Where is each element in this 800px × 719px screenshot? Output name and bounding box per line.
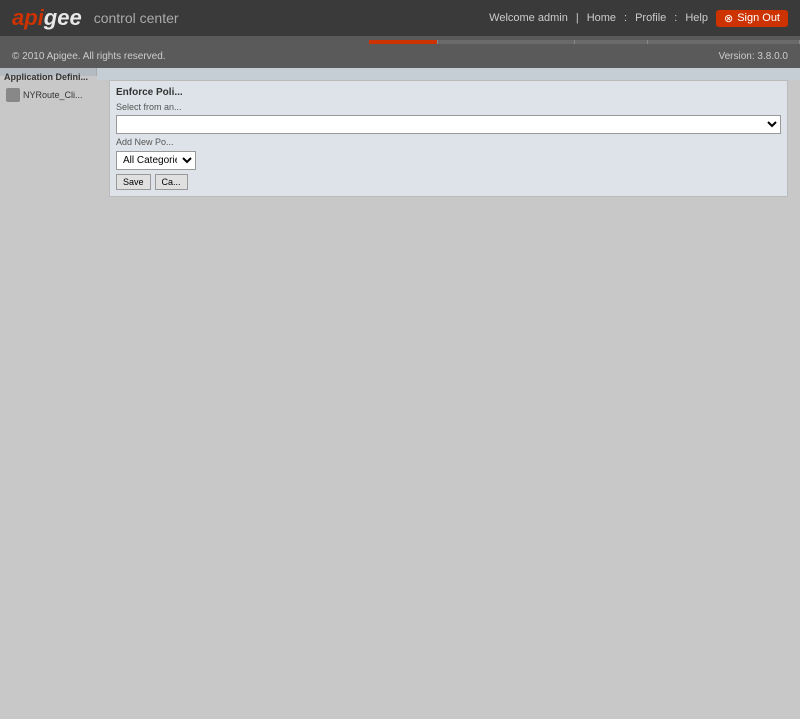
left-panel-item[interactable]: NYRoute_Cli...	[4, 86, 92, 104]
logo: apigee	[12, 5, 82, 31]
sign-out-button[interactable]: ⊗ Sign Out	[716, 10, 788, 27]
route-icon	[6, 88, 20, 102]
left-panel-title: Application Defini...	[4, 72, 92, 82]
help-link[interactable]: Help	[685, 12, 708, 24]
enforce-title: Enforce Poli...	[116, 87, 781, 98]
home-link[interactable]: Home	[587, 12, 616, 24]
welcome-text: Welcome admin	[489, 12, 568, 24]
product-name: control center	[94, 10, 179, 26]
select-label: Select from an...	[116, 102, 781, 112]
add-label: Add New Po...	[116, 137, 781, 147]
route-label: NYRoute_Cli...	[23, 90, 83, 100]
cancel-button-panel[interactable]: Ca...	[155, 174, 188, 190]
save-button-panel[interactable]: Save	[116, 174, 151, 190]
profile-link[interactable]: Profile	[635, 12, 666, 24]
version-text: Version: 3.8.0.0	[719, 51, 789, 62]
copyright-text: © 2010 Apigee. All rights reserved.	[12, 51, 166, 62]
sign-out-icon: ⊗	[724, 12, 733, 25]
policy-select[interactable]	[116, 115, 781, 134]
left-panel: Application Defini... NYRoute_Cli...	[0, 68, 97, 76]
category-select[interactable]: All Categories	[116, 151, 196, 170]
center-panel: Enforce Poli... Select from an... Add Ne…	[97, 68, 800, 80]
